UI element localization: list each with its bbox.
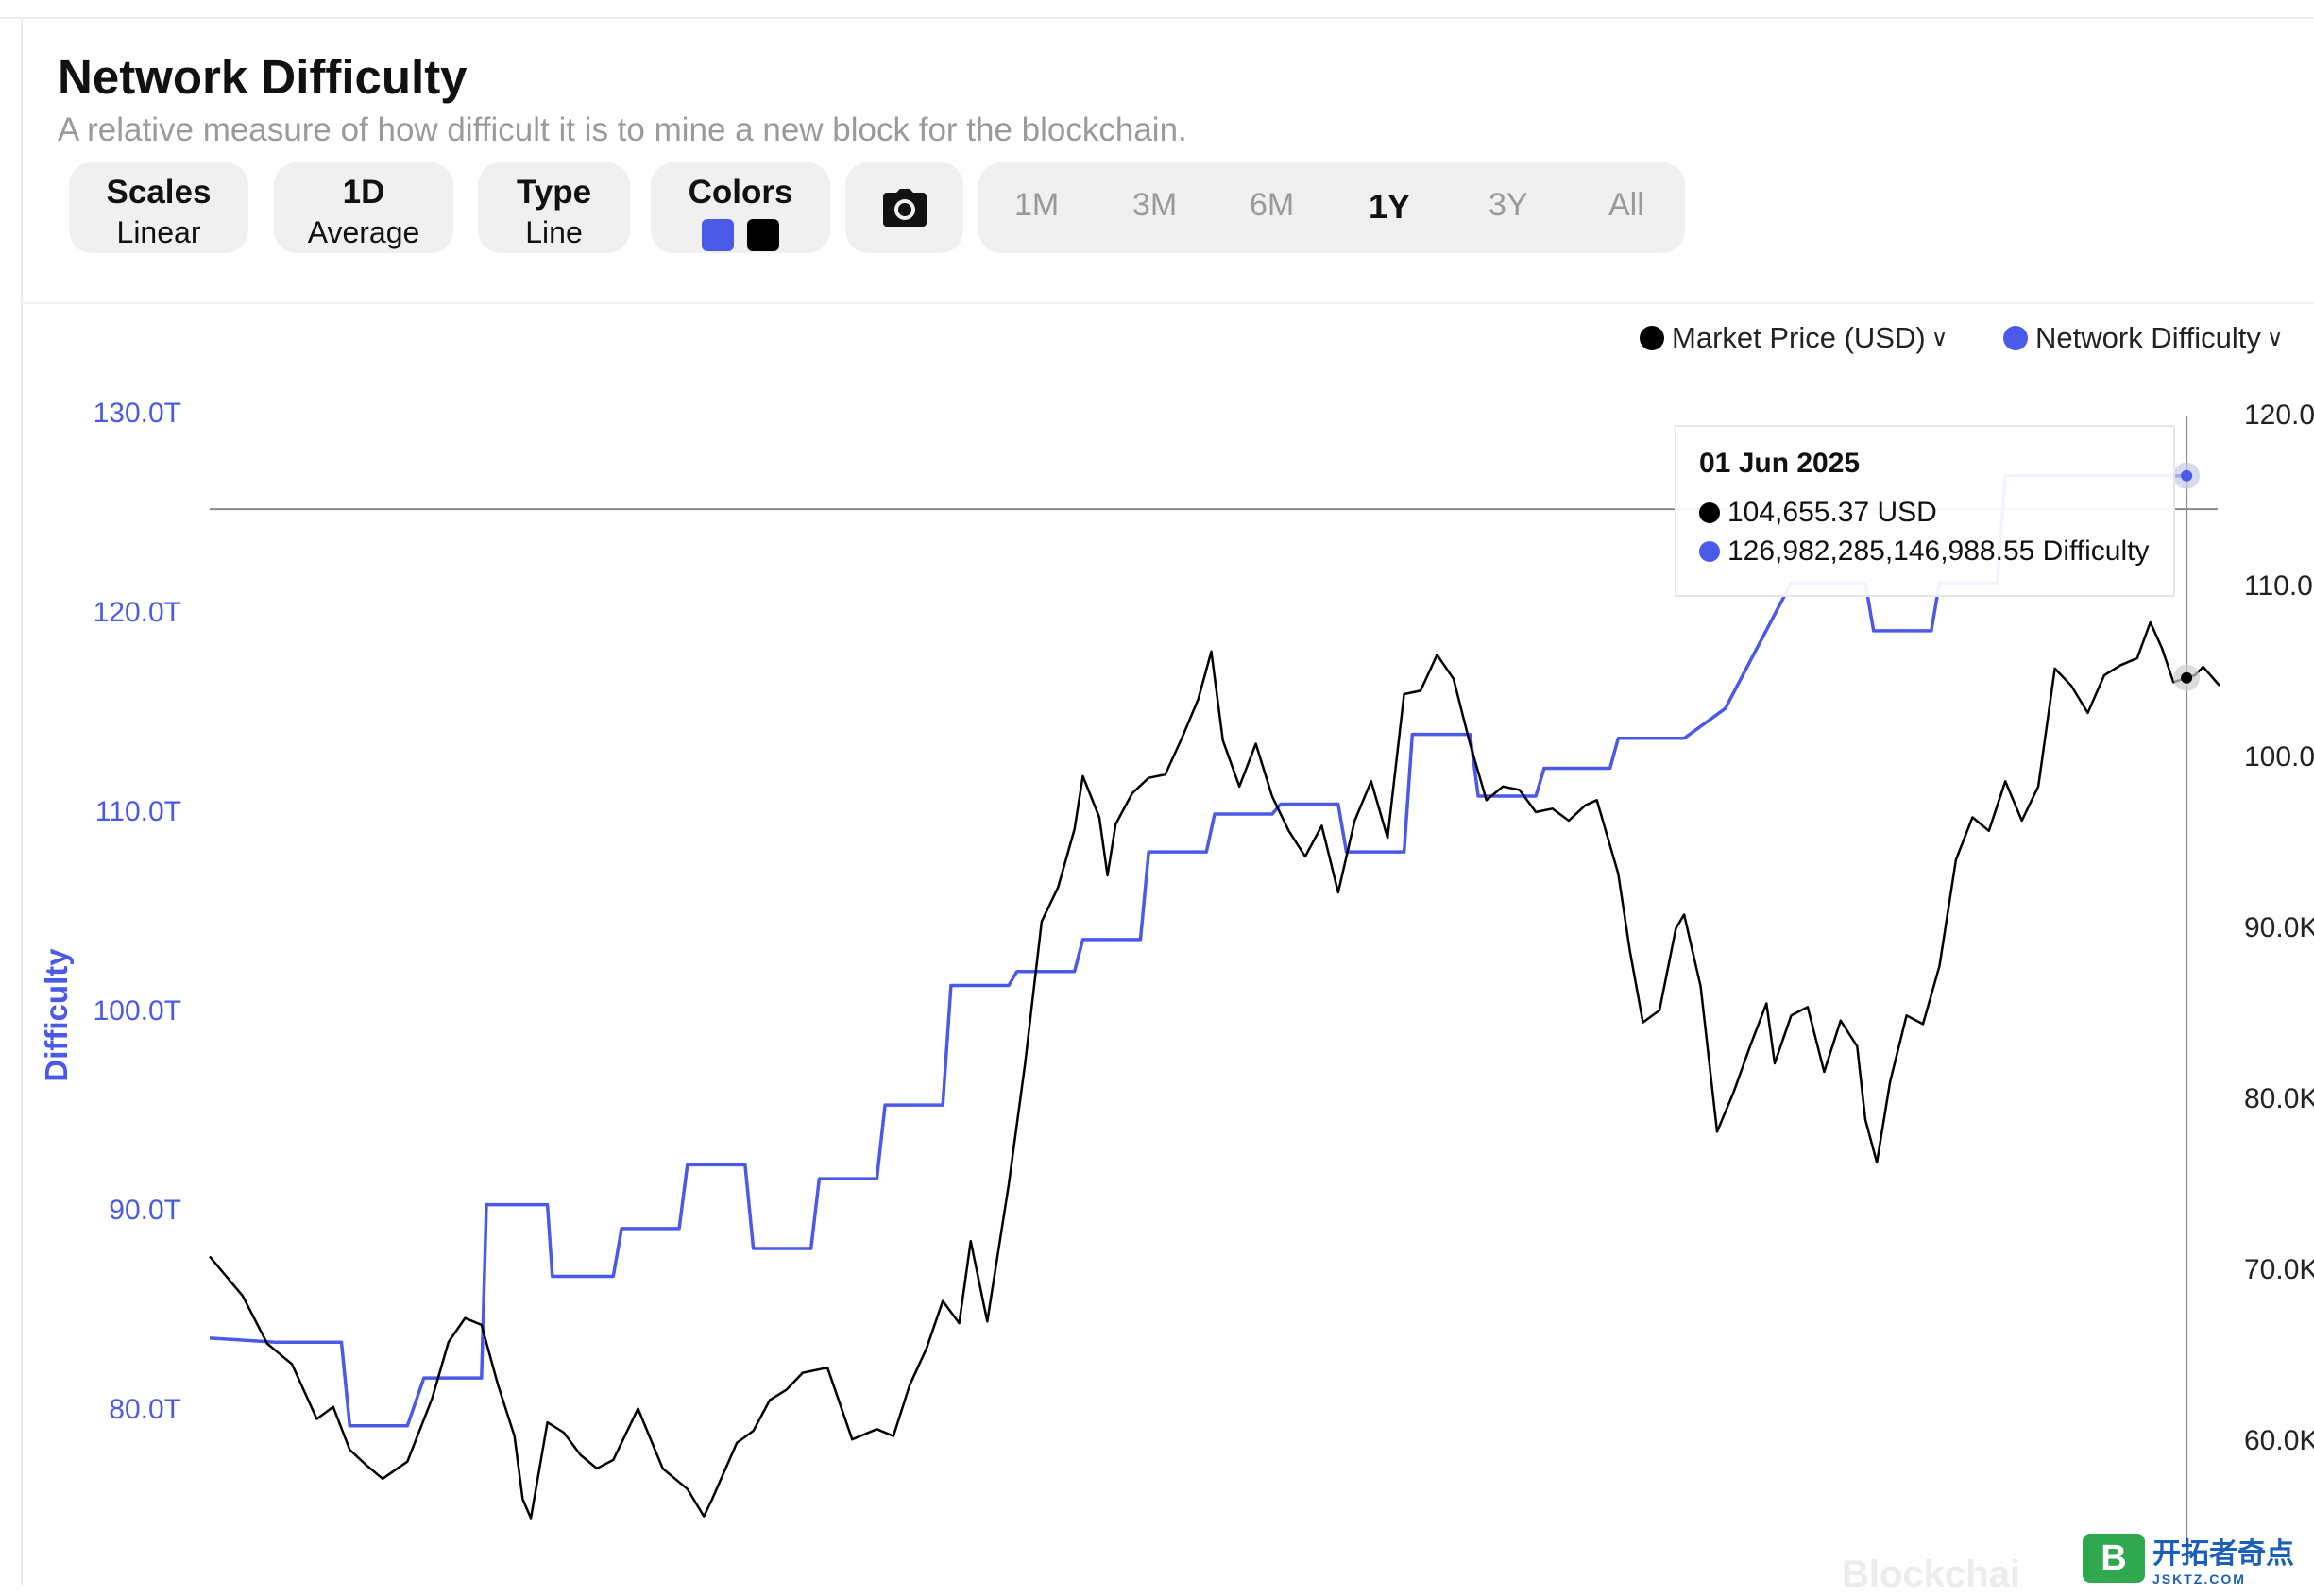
tooltip-price-row: 104,655.37 USD [1699, 497, 1937, 529]
brand-badge-icon: B [2083, 1534, 2145, 1583]
network-difficulty-series-line [209, 473, 2187, 1428]
tooltip-difficulty-row: 126,982,285,146,988.55 Difficulty [1699, 535, 2149, 568]
blockchain-watermark: Blockchai [1842, 1554, 2020, 1595]
brand-name: 开拓者奇点 [2152, 1538, 2294, 1570]
difficulty-hover-point [2181, 469, 2193, 482]
tooltip-difficulty-value: 126,982,285,146,988.55 Difficulty [1727, 535, 2150, 567]
tooltip-date: 01 Jun 2025 [1699, 448, 1861, 479]
brand-logo: B 开拓者奇点 JSKTZ.COM [2083, 1530, 2294, 1587]
price-hover-point [2181, 671, 2193, 684]
tooltip-difficulty-dot [1699, 541, 1720, 562]
tooltip-price-dot [1699, 502, 1720, 523]
market-price-series-line [209, 620, 2220, 1520]
tooltip-price-value: 104,655.37 USD [1727, 497, 1937, 528]
chart-tooltip: 01 Jun 2025 104,655.37 USD 126,982,285,1… [1675, 425, 2175, 597]
chart-plot[interactable] [0, 0, 2314, 1585]
